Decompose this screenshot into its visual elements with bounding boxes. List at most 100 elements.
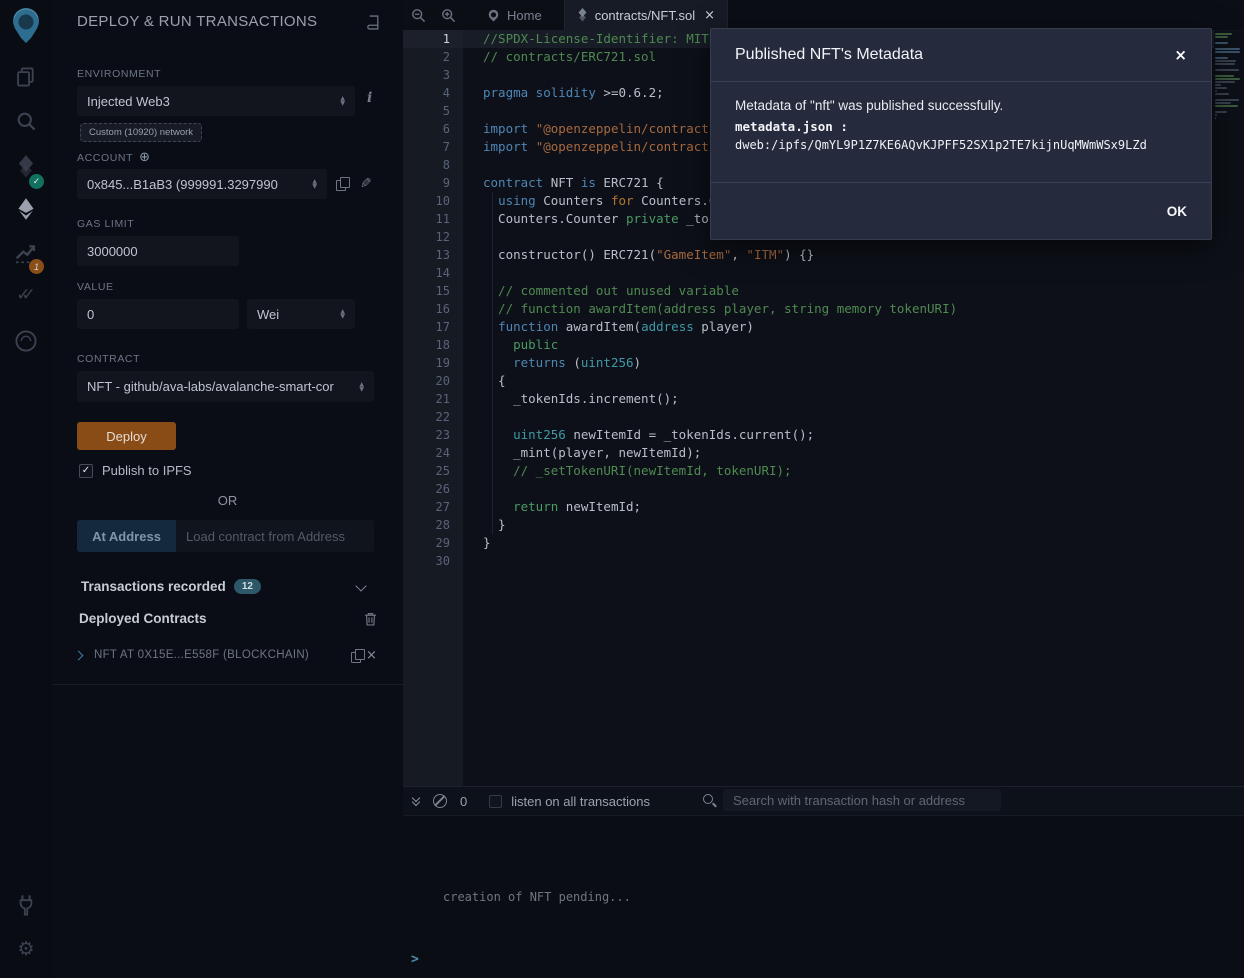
- account-label: ACCOUNT: [77, 152, 133, 164]
- metadata-file-label: metadata.json :: [735, 119, 1187, 134]
- sidebar-item-plugin[interactable]: [0, 329, 52, 358]
- deployed-contracts-label: Deployed Contracts: [79, 611, 207, 626]
- minimap-line: [1215, 60, 1236, 62]
- terminal-prompt[interactable]: >: [411, 952, 419, 967]
- modal-close-icon[interactable]: ×: [1174, 46, 1187, 64]
- zoom-out-icon[interactable]: [403, 0, 433, 30]
- code-line: [463, 264, 1214, 282]
- minimap-line: [1215, 114, 1217, 116]
- value-unit-select[interactable]: Wei ▲▼: [247, 299, 355, 329]
- value-label: VALUE: [77, 281, 114, 293]
- copy-account-icon[interactable]: [336, 177, 349, 191]
- line-number: 17: [403, 318, 463, 336]
- line-number: 29: [403, 534, 463, 552]
- gas-limit-input[interactable]: [77, 236, 239, 266]
- line-number: 18: [403, 336, 463, 354]
- deploy-button[interactable]: Deploy: [77, 422, 176, 450]
- sidebar-item-solidity-compiler[interactable]: ✓: [0, 154, 52, 185]
- minimap-line: [1215, 90, 1217, 92]
- editor-minimap[interactable]: [1215, 33, 1241, 123]
- sidebar-item-settings[interactable]: ⚙: [0, 938, 52, 960]
- indent-guide: [492, 192, 493, 534]
- code-line: // function awardItem(address player, st…: [463, 300, 1214, 318]
- code-line: returns (uint256): [463, 354, 1214, 372]
- deployed-contract-row[interactable]: NFT AT 0X15E...E558F (BLOCKCHAIN): [75, 649, 309, 661]
- line-number: 30: [403, 552, 463, 570]
- remove-contract-icon[interactable]: ×: [366, 648, 377, 663]
- line-number: 28: [403, 516, 463, 534]
- deploy-run-panel: DEPLOY & RUN TRANSACTIONS ENVIRONMENT In…: [52, 0, 404, 978]
- line-number: 15: [403, 282, 463, 300]
- line-number: 16: [403, 300, 463, 318]
- line-number: 6: [403, 120, 463, 138]
- contract-label: CONTRACT: [77, 353, 140, 365]
- minimap-line: [1215, 99, 1239, 101]
- remix-logo: [0, 6, 52, 46]
- sidebar-item-file-explorer[interactable]: [0, 66, 52, 93]
- tab-contracts-nft-sol[interactable]: contracts/NFT.sol ×: [564, 0, 728, 30]
- docs-book-icon[interactable]: [366, 15, 381, 35]
- copy-contract-icon[interactable]: [351, 649, 364, 663]
- account-select[interactable]: 0x845...B1aB3 (999991.3297990 ▲▼: [77, 169, 327, 199]
- zoom-in-icon[interactable]: [433, 0, 463, 30]
- expand-contract-icon[interactable]: [74, 650, 84, 660]
- code-line: _tokenIds.increment();: [463, 390, 1214, 408]
- terminal-log-line: creation of NFT pending...: [443, 890, 631, 904]
- contract-select[interactable]: NFT - github/ava-labs/avalanche-smart-co…: [77, 371, 374, 402]
- minimap-line: [1215, 69, 1239, 71]
- caret-updown-icon: ▲▼: [312, 179, 317, 189]
- minimap-line: [1215, 81, 1235, 83]
- sidebar-item-deploy-and-run[interactable]: [0, 197, 52, 226]
- network-badge: Custom (10920) network: [80, 123, 202, 142]
- line-number: 21: [403, 390, 463, 408]
- line-number: 11: [403, 210, 463, 228]
- icon-rail: ✓ 1 ✓✓ ⚙: [0, 0, 53, 978]
- value-input[interactable]: [77, 299, 239, 329]
- double-check-icon2: ✓: [22, 285, 36, 305]
- at-address-input[interactable]: [176, 520, 374, 552]
- environment-select[interactable]: Injected Web3 ▲▼: [77, 86, 355, 116]
- line-number: 3: [403, 66, 463, 84]
- clear-deployed-trash-icon[interactable]: [364, 612, 377, 631]
- transactions-collapse-icon[interactable]: [355, 580, 366, 591]
- pending-count: 0: [460, 794, 467, 809]
- line-number: 25: [403, 462, 463, 480]
- tab-home[interactable]: Home: [475, 0, 554, 30]
- gear-icon: ⚙: [17, 938, 34, 960]
- line-number: 19: [403, 354, 463, 372]
- line-number: 9: [403, 174, 463, 192]
- line-number: 12: [403, 228, 463, 246]
- terminal-search-input[interactable]: [723, 789, 1001, 811]
- minimap-line: [1215, 117, 1216, 119]
- sidebar-item-plugin-manager[interactable]: [0, 893, 52, 922]
- sidebar-item-search[interactable]: [0, 110, 52, 137]
- modal-footer: OK: [711, 183, 1211, 239]
- minimap-line: [1215, 102, 1231, 104]
- code-line: }: [463, 516, 1214, 534]
- sidebar-item-unit-testing[interactable]: ✓✓: [0, 285, 52, 305]
- line-number: 7: [403, 138, 463, 156]
- at-address-button[interactable]: At Address: [77, 520, 176, 552]
- minimap-line: [1215, 84, 1221, 86]
- line-number: 24: [403, 444, 463, 462]
- search-icon: [15, 110, 37, 137]
- line-number: 27: [403, 498, 463, 516]
- listen-transactions-checkbox[interactable]: [489, 795, 502, 808]
- code-line: {: [463, 372, 1214, 390]
- ok-button[interactable]: OK: [1167, 204, 1187, 219]
- publish-ipfs-checkbox[interactable]: ✓: [79, 464, 93, 478]
- modal-message: Metadata of "nft" was published successf…: [735, 98, 1187, 113]
- clear-console-icon[interactable]: [433, 794, 447, 808]
- sidebar-item-analytics[interactable]: 1: [0, 241, 52, 270]
- terminal: 0 listen on all transactions creation of…: [403, 786, 1244, 978]
- line-number: 22: [403, 408, 463, 426]
- terminal-collapse-icon[interactable]: [413, 797, 419, 805]
- add-account-icon[interactable]: ⊕: [139, 150, 150, 165]
- solidity-compiler-icon: ✓: [14, 154, 38, 185]
- edit-account-icon[interactable]: ✎: [360, 176, 372, 192]
- environment-info-icon[interactable]: i: [367, 90, 372, 106]
- solidity-file-icon: [577, 8, 588, 22]
- published-metadata-modal: Published NFT's Metadata × Metadata of "…: [710, 28, 1212, 240]
- caret-updown-icon: ▲▼: [340, 96, 345, 106]
- close-tab-icon[interactable]: ×: [704, 8, 715, 23]
